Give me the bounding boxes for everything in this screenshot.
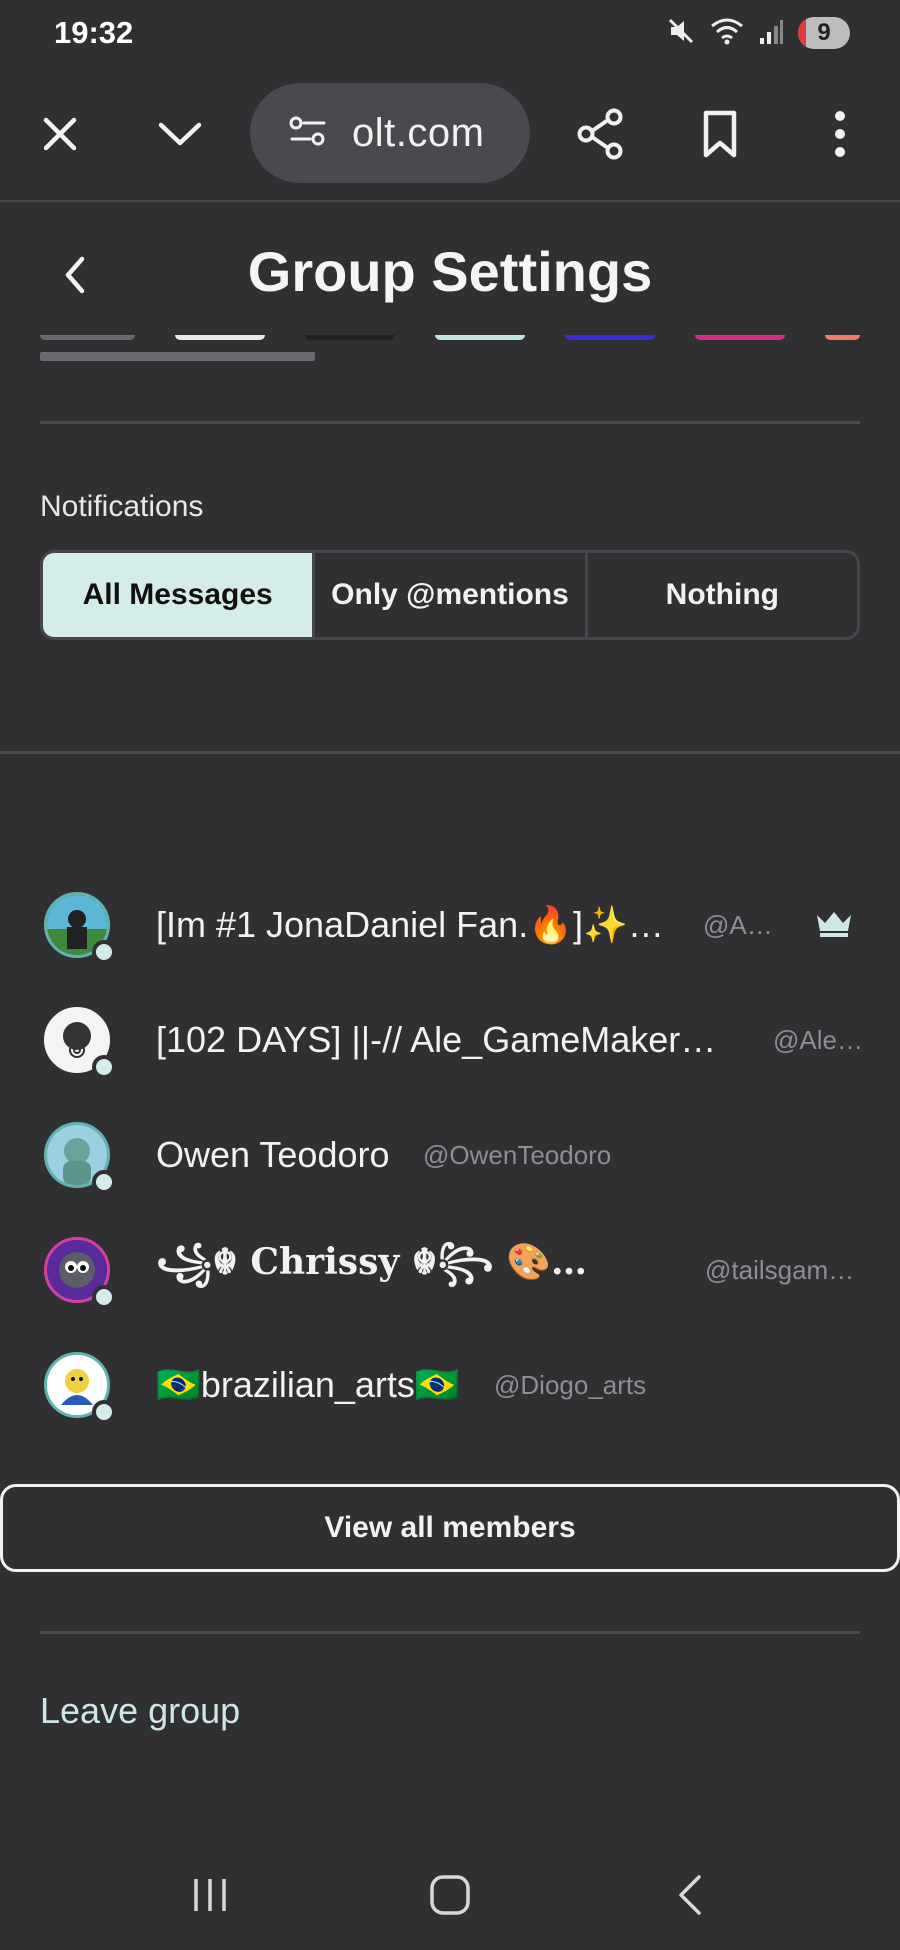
avatar[interactable]	[44, 1352, 116, 1424]
url-text[interactable]: olt.com	[352, 111, 484, 156]
page-header: Group Settings	[0, 205, 900, 345]
share-icon[interactable]	[560, 94, 640, 174]
swatch[interactable]	[305, 335, 395, 340]
online-status-dot	[92, 1400, 116, 1424]
wifi-icon	[710, 16, 744, 51]
avatar[interactable]	[44, 1007, 116, 1079]
view-all-members-button[interactable]: View all members	[0, 1484, 900, 1572]
member-name: Owen Teodoro	[156, 1134, 390, 1175]
swatch[interactable]	[565, 335, 655, 340]
crown-icon	[815, 909, 853, 942]
swatch[interactable]	[695, 335, 785, 340]
list-item[interactable]: [102 DAYS] ||-// Ale_GameMaker… @Ale…	[0, 990, 900, 1090]
avatar[interactable]	[44, 1237, 116, 1309]
browser-toolbar: olt.com	[0, 66, 900, 202]
status-time: 19:32	[54, 15, 134, 50]
status-bar: 19:32 9	[0, 0, 900, 66]
close-icon[interactable]	[20, 94, 100, 174]
online-status-dot	[92, 1285, 116, 1309]
signal-icon	[758, 16, 784, 51]
divider	[40, 1631, 860, 1634]
online-status-dot	[92, 1055, 116, 1079]
swatch[interactable]	[40, 335, 135, 340]
member-handle: @A…	[703, 909, 773, 940]
page-title: Group Settings	[247, 240, 653, 303]
swatch[interactable]	[435, 335, 525, 340]
list-item[interactable]: ꧁☬ Chrissy ☬꧂ 🎨… @tailsgam…	[0, 1220, 900, 1320]
theme-swatch-strip[interactable]	[40, 335, 860, 345]
back-icon[interactable]	[650, 1855, 730, 1935]
list-item[interactable]: Owen Teodoro @OwenTeodoro	[0, 1105, 900, 1205]
member-name: [Im #1 JonaDaniel Fan.🔥]✨…	[156, 904, 664, 945]
notifications-selector: All Messages Only @mentions Nothing	[40, 550, 860, 640]
member-name: ꧁☬ Chrissy ☬꧂ 🎨…	[156, 1240, 587, 1283]
battery-badge: 9	[798, 17, 850, 49]
url-bar[interactable]: olt.com	[250, 83, 530, 183]
mute-icon	[666, 16, 696, 51]
member-name: [102 DAYS] ||-// Ale_GameMaker…	[156, 1019, 717, 1060]
option-nothing[interactable]: Nothing	[588, 553, 857, 637]
home-icon[interactable]	[410, 1855, 490, 1935]
option-only-mentions[interactable]: Only @mentions	[315, 553, 588, 637]
recent-apps-icon[interactable]	[170, 1855, 250, 1935]
divider	[40, 421, 860, 424]
list-item[interactable]: 🇧🇷brazilian_arts🇧🇷 @Diogo_arts	[0, 1335, 900, 1435]
member-handle: @Diogo_arts	[494, 1369, 647, 1400]
swatch-scrollbar[interactable]	[40, 352, 315, 361]
more-icon[interactable]	[800, 94, 880, 174]
member-handle: @Ale…	[773, 1024, 863, 1055]
divider	[0, 751, 900, 754]
notifications-label: Notifications	[40, 490, 204, 523]
bookmark-icon[interactable]	[680, 94, 760, 174]
swatch[interactable]	[825, 335, 860, 340]
list-item[interactable]: [Im #1 JonaDaniel Fan.🔥]✨… @A…	[0, 875, 900, 975]
avatar[interactable]	[44, 1122, 116, 1194]
online-status-dot	[92, 940, 116, 964]
online-status-dot	[92, 1170, 116, 1194]
chevron-down-icon[interactable]	[140, 94, 220, 174]
leave-group-link[interactable]: Leave group	[40, 1690, 240, 1732]
swatch[interactable]	[175, 335, 265, 340]
site-settings-icon[interactable]	[288, 114, 328, 153]
status-icons: 9	[666, 16, 850, 51]
member-handle: @tailsgam…	[705, 1254, 855, 1285]
member-handle: @OwenTeodoro	[423, 1139, 612, 1170]
system-nav-bar	[0, 1840, 900, 1950]
member-name: 🇧🇷brazilian_arts🇧🇷	[156, 1364, 460, 1405]
option-all-messages[interactable]: All Messages	[43, 553, 316, 637]
avatar[interactable]	[44, 892, 116, 964]
